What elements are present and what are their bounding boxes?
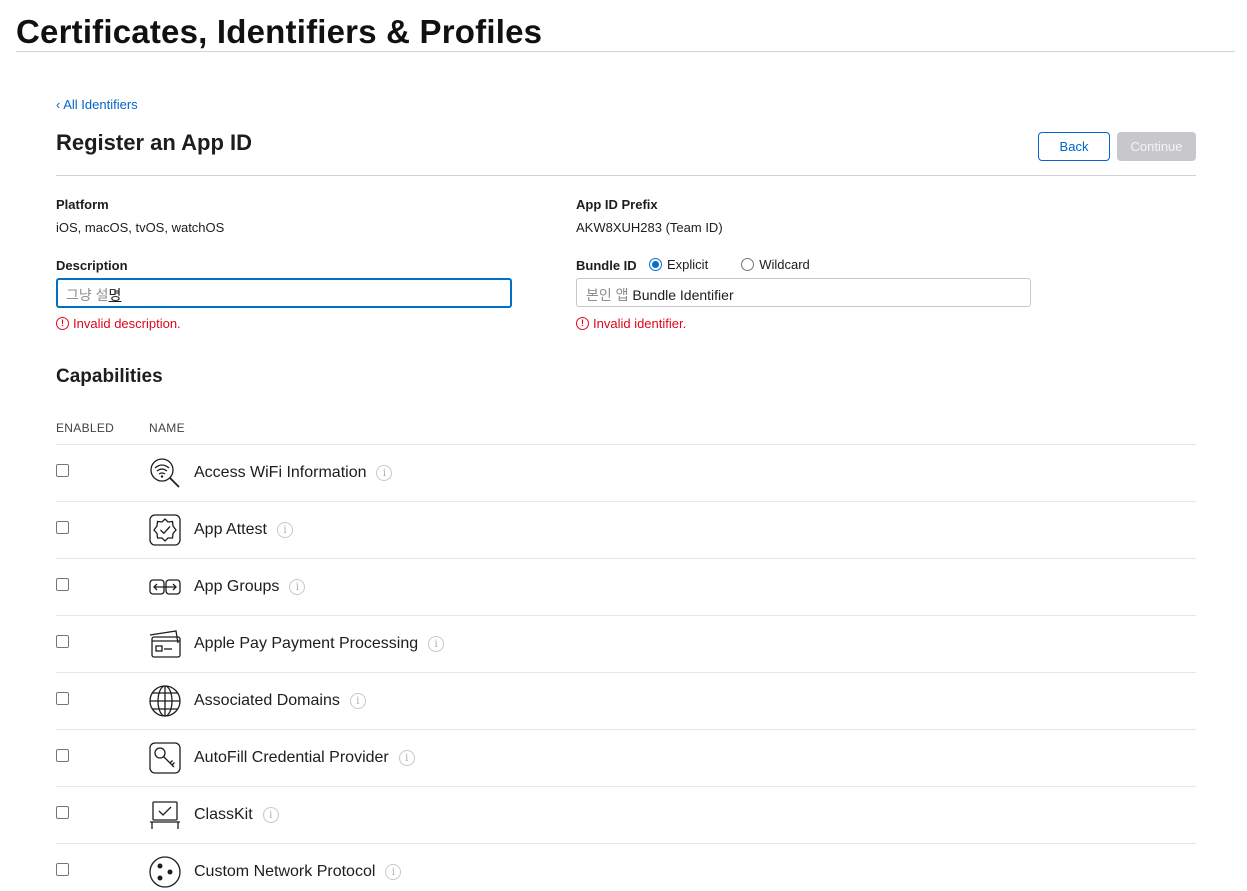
info-icon[interactable]: i [376,465,393,481]
platform-value: iOS, macOS, tvOS, watchOS [56,220,225,235]
capability-checkbox[interactable] [56,464,69,477]
capability-name: App Groups i [194,578,306,596]
description-label: Description [56,258,128,273]
description-input[interactable]: 그냥 설명 [56,278,512,308]
capability-name: Custom Network Protocol i [194,863,402,881]
divider [56,175,1196,176]
info-icon[interactable]: i [398,750,415,766]
capability-row: AutoFill Credential Provider i [56,729,1196,786]
capability-checkbox[interactable] [56,863,69,876]
error-icon: ! [56,317,69,330]
info-icon[interactable]: i [276,522,293,538]
capability-name: App Attest i [194,521,293,539]
ime-composition: 명 [108,287,122,303]
capability-name: Associated Domains i [194,692,366,710]
back-button[interactable]: Back [1038,132,1110,161]
bundle-id-error-text: Invalid identifier. [593,316,687,331]
app-groups-icon [149,579,181,595]
key-icon [149,742,181,774]
capability-checkbox[interactable] [56,749,69,762]
network-dots-icon [149,856,181,888]
capabilities-title: Capabilities [56,366,163,387]
error-icon: ! [576,317,589,330]
all-identifiers-link[interactable]: ‹ All Identifiers [56,97,138,112]
radio-explicit[interactable]: Explicit [649,257,708,272]
capability-row: Custom Network Protocol i [56,843,1196,891]
info-icon[interactable]: i [289,579,306,595]
info-icon[interactable]: i [349,693,366,709]
capability-row: App Attest i [56,501,1196,558]
column-name: NAME [149,421,185,435]
app-id-prefix-value: AKW8XUH283 (Team ID) [576,220,723,235]
badge-check-icon [149,514,181,546]
bundle-id-input[interactable]: 본인 앱 Bundle Identifier [576,278,1031,307]
column-enabled: ENABLED [56,421,115,435]
bundle-id-label: Bundle ID [576,258,637,273]
radio-wildcard[interactable]: Wildcard [741,257,810,272]
form-title: Register an App ID [56,130,252,155]
wifi-search-icon [150,458,180,488]
bundle-id-error: ! Invalid identifier. [576,316,686,331]
radio-explicit-label: Explicit [667,257,709,272]
radio-explicit-control[interactable] [649,258,662,271]
info-icon[interactable]: i [262,807,279,823]
capability-row: Access WiFi Information i [56,444,1196,501]
description-error-text: Invalid description. [73,316,181,331]
capability-row: App Groups i [56,558,1196,615]
info-icon[interactable]: i [385,864,402,880]
capability-row: Associated Domains i [56,672,1196,729]
credit-card-icon [149,630,181,658]
capability-row: ClassKit i [56,786,1196,843]
page-title: Certificates, Identifiers & Profiles [16,13,543,50]
capability-name: Apple Pay Payment Processing i [194,635,445,653]
description-text: 그냥 설명 [66,287,122,303]
radio-wildcard-label: Wildcard [759,257,810,272]
info-icon[interactable]: i [428,636,445,652]
bundle-id-text: 본인 앱 Bundle Identifier [586,287,734,303]
platform-label: Platform [56,197,109,212]
capability-checkbox[interactable] [56,521,69,534]
capability-checkbox[interactable] [56,806,69,819]
continue-button[interactable]: Continue [1117,132,1196,161]
description-error: ! Invalid description. [56,316,181,331]
page-header: Certificates, Identifiers & Profiles [16,0,1235,52]
capability-name: ClassKit i [194,806,279,824]
classkit-icon [150,801,180,829]
capability-checkbox[interactable] [56,635,69,648]
capability-row: Apple Pay Payment Processing i [56,615,1196,672]
capability-name: Access WiFi Information i [194,464,393,482]
bundle-id-type: Explicit Wildcard [649,257,810,272]
app-id-prefix-label: App ID Prefix [576,197,658,212]
capability-checkbox[interactable] [56,578,69,591]
capability-checkbox[interactable] [56,692,69,705]
globe-icon [149,685,181,717]
capabilities-list: Access WiFi Information i App Attest i A… [56,444,1196,891]
capability-name: AutoFill Credential Provider i [194,749,415,767]
radio-wildcard-control[interactable] [741,258,755,271]
